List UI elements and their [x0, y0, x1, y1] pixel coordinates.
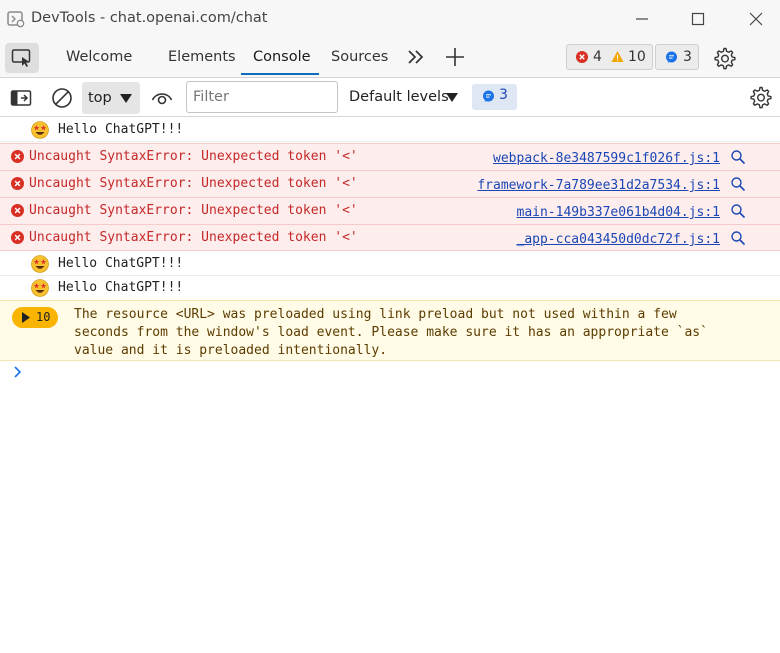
maximize-button[interactable]: [683, 6, 713, 32]
console-log-row: Hello ChatGPT!!!: [0, 276, 780, 300]
error-icon: [11, 231, 24, 244]
show-sidebar-icon[interactable]: [10, 87, 32, 109]
search-icon[interactable]: [730, 149, 746, 165]
console-prompt-chevron-icon[interactable]: [12, 365, 24, 379]
error-icon: [576, 51, 588, 63]
console-log-row: Hello ChatGPT!!!: [0, 252, 780, 276]
log-message: Hello ChatGPT!!!: [58, 122, 184, 137]
error-source-link[interactable]: main-149b337e061b4d04.js:1: [517, 205, 721, 220]
search-icon[interactable]: [730, 176, 746, 192]
error-icon: [11, 150, 24, 163]
log-message: Hello ChatGPT!!!: [58, 256, 184, 271]
devtools-app-icon: [7, 11, 25, 28]
warning-count: 10: [628, 49, 646, 65]
tab-console[interactable]: Console: [253, 49, 311, 65]
star-struck-emoji-icon: [31, 279, 49, 297]
warning-message-line: seconds from the window's load event. Pl…: [74, 325, 708, 340]
minimize-icon: [636, 18, 648, 20]
maximize-icon: [691, 12, 705, 26]
message-icon: [483, 90, 494, 102]
search-icon[interactable]: [730, 203, 746, 219]
chevron-down-icon[interactable]: [446, 93, 458, 102]
error-message: Uncaught SyntaxError: Unexpected token '…: [29, 230, 358, 245]
live-expression-eye-icon[interactable]: [151, 87, 173, 109]
add-tab-icon[interactable]: [443, 45, 467, 69]
error-message: Uncaught SyntaxError: Unexpected token '…: [29, 149, 358, 164]
context-selector[interactable]: top: [82, 82, 140, 114]
error-source-link[interactable]: framework-7a789ee31d2a7534.js:1: [477, 178, 720, 193]
expand-triangle-icon: [22, 312, 30, 323]
close-icon: [749, 12, 763, 26]
message-count: 3: [683, 49, 692, 65]
window-title: DevTools - chat.openai.com/chat: [31, 10, 268, 26]
error-icon: [11, 204, 24, 217]
message-icon: [666, 51, 677, 63]
filter-input[interactable]: [186, 81, 338, 113]
console-log-row: Hello ChatGPT!!!: [0, 118, 780, 142]
log-message: Hello ChatGPT!!!: [58, 280, 184, 295]
minimize-button[interactable]: [627, 6, 657, 32]
issues-counter-button[interactable]: 4 10: [566, 44, 653, 70]
console-error-row: Uncaught SyntaxError: Unexpected token '…: [0, 197, 780, 224]
tab-bar: Welcome Elements Console Sources 4 10 3: [0, 38, 780, 78]
star-struck-emoji-icon: [31, 255, 49, 273]
repeat-count: 10: [36, 310, 51, 324]
title-bar: DevTools - chat.openai.com/chat: [0, 0, 780, 38]
error-source-link[interactable]: webpack-8e3487599c1f026f.js:1: [493, 151, 720, 166]
warning-message-line: The resource <URL> was preloaded using l…: [74, 307, 677, 322]
console-error-row: Uncaught SyntaxError: Unexpected token '…: [0, 143, 780, 170]
tab-elements[interactable]: Elements: [168, 49, 236, 65]
console-messages-badge[interactable]: 3: [472, 84, 517, 110]
inspect-element-button[interactable]: [5, 43, 39, 73]
error-count: 4: [593, 49, 602, 65]
error-icon: [11, 177, 24, 190]
search-icon[interactable]: [730, 230, 746, 246]
context-value: top: [88, 90, 112, 106]
warning-message-line: value and it is preloaded intentionally.: [74, 343, 388, 358]
more-tabs-icon[interactable]: [406, 46, 426, 68]
console-message-count: 3: [499, 87, 508, 103]
messages-counter-button[interactable]: 3: [655, 44, 699, 70]
close-window-button[interactable]: [741, 6, 771, 32]
console-error-row: Uncaught SyntaxError: Unexpected token '…: [0, 224, 780, 251]
active-tab-indicator: [241, 73, 319, 75]
console-error-row: Uncaught SyntaxError: Unexpected token '…: [0, 170, 780, 197]
tab-welcome[interactable]: Welcome: [66, 49, 132, 65]
console-settings-gear-icon[interactable]: [748, 85, 772, 109]
warning-icon: [611, 51, 624, 62]
repeat-count-badge[interactable]: 10: [12, 307, 58, 328]
log-levels-dropdown[interactable]: Default levels: [349, 89, 449, 105]
clear-console-icon[interactable]: [51, 87, 73, 109]
console-warning-row: 10 The resource <URL> was preloaded usin…: [0, 300, 780, 361]
console-toolbar: top Default levels 3: [0, 79, 780, 117]
inspect-icon: [11, 49, 31, 67]
error-message: Uncaught SyntaxError: Unexpected token '…: [29, 203, 358, 218]
error-message: Uncaught SyntaxError: Unexpected token '…: [29, 176, 358, 191]
star-struck-emoji-icon: [31, 121, 49, 139]
error-source-link[interactable]: _app-cca043450d0dc72f.js:1: [517, 232, 721, 247]
tab-sources[interactable]: Sources: [331, 49, 388, 65]
settings-gear-icon[interactable]: [712, 46, 736, 70]
chevron-down-icon: [120, 94, 132, 103]
